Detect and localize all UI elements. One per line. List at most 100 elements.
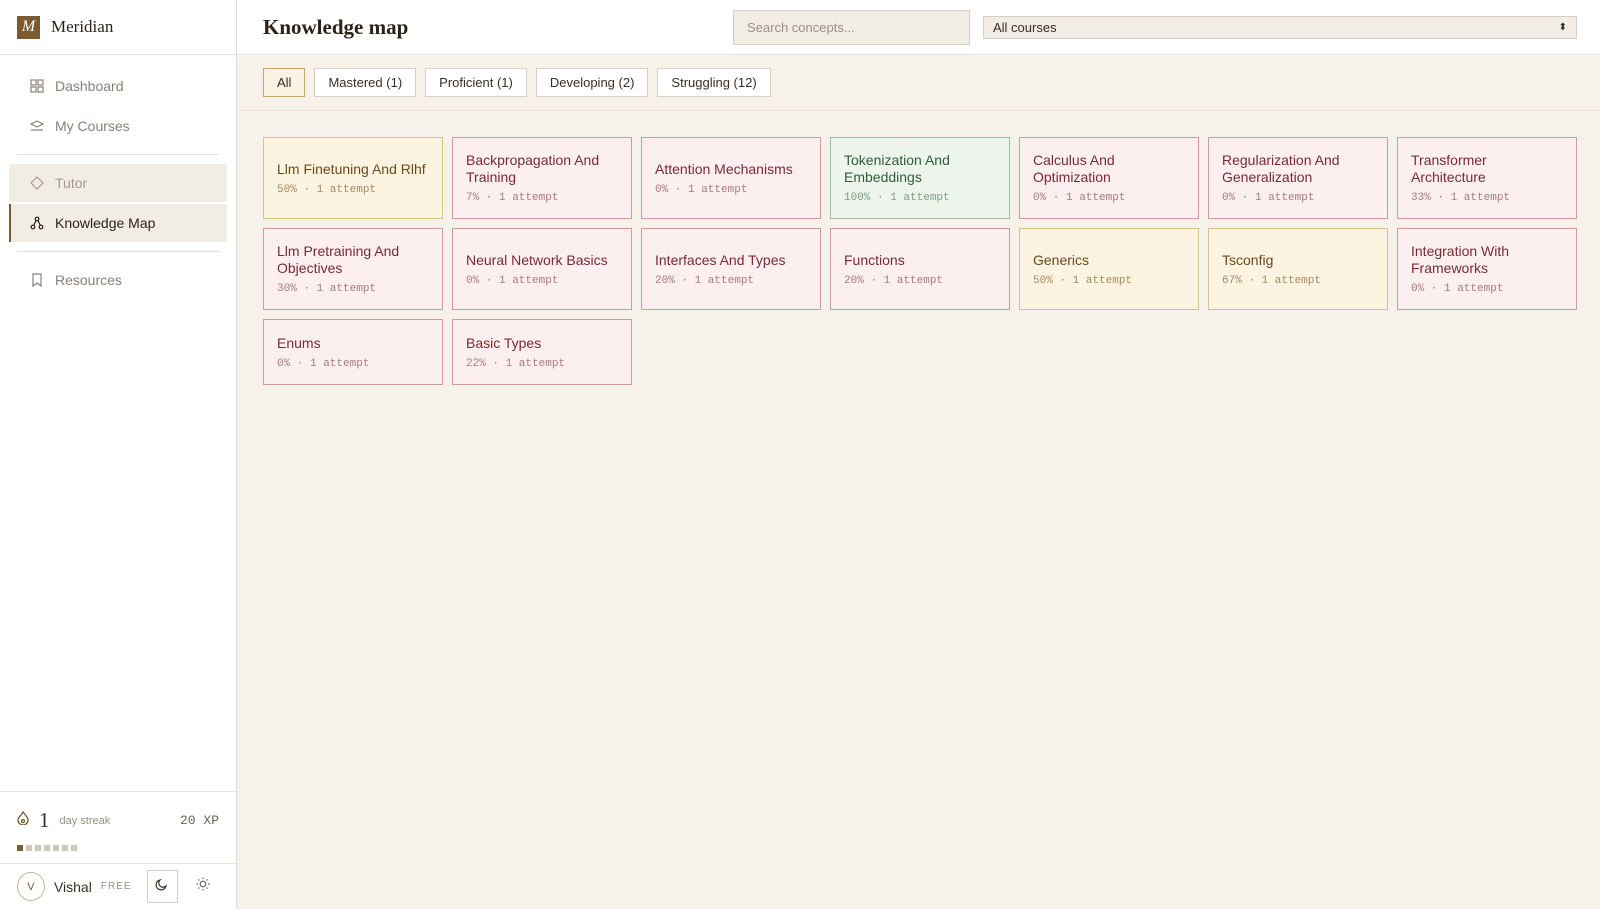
brand[interactable]: M Meridian	[0, 0, 236, 55]
concept-title: Neural Network Basics	[466, 251, 608, 268]
grid-icon	[29, 79, 44, 94]
avatar[interactable]: V	[17, 872, 45, 901]
sun-icon	[196, 877, 210, 896]
concept-card[interactable]: Llm Pretraining And Objectives 30% · 1 at…	[263, 228, 443, 310]
course-select[interactable]: All courses ⬍	[983, 15, 1577, 39]
streak-label: day streak	[59, 814, 111, 827]
concept-title: Backpropagation And Training	[466, 152, 600, 185]
concept-card[interactable]: Interfaces And Types 20% · 1 attempt	[641, 228, 821, 310]
filter-chip[interactable]: Developing (2)	[535, 68, 649, 97]
concept-meta: 0% · 1 attempt	[1033, 192, 1126, 204]
sidebar-item-tutor[interactable]: Tutor	[9, 164, 227, 202]
concept-title: Llm Finetuning And Rlhf	[277, 160, 426, 177]
concept-card[interactable]: Transformer Architecture 33% · 1 attempt	[1397, 137, 1577, 219]
concept-grid: Llm Finetuning And Rlhf 50% · 1 attempt Ba…	[237, 111, 1600, 411]
sidebar: M Meridian Dashboard My Courses Tutor Kn…	[0, 0, 237, 909]
sidebar-item-label: Tutor	[55, 175, 88, 191]
concept-card[interactable]: Neural Network Basics 0% · 1 attempt	[452, 228, 632, 310]
sidebar-item-resources[interactable]: Resources	[9, 261, 227, 299]
nav-divider	[17, 251, 219, 252]
sidebar-item-label: Dashboard	[55, 78, 124, 94]
filter-chip[interactable]: Struggling (12)	[657, 68, 771, 97]
flame-icon	[17, 810, 29, 830]
streak-day-dot	[44, 845, 50, 851]
user-panel: V Vishal FREE	[0, 863, 236, 909]
streak-day-dot	[17, 845, 23, 851]
streak-day-dot	[62, 845, 68, 851]
concept-meta: 20% · 1 attempt	[844, 274, 944, 287]
sidebar-item-dashboard[interactable]: Dashboard	[9, 67, 227, 105]
concept-meta: 50% · 1 attempt	[1033, 274, 1133, 287]
concept-card[interactable]: Calculus And Optimization 0% · 1 attempt	[1019, 137, 1199, 219]
concept-meta: 0% · 1 attempt	[466, 274, 559, 287]
concept-card[interactable]: Basic Types 22% · 1 attempt	[452, 319, 632, 385]
concept-title: Attention Mechanisms	[655, 160, 793, 177]
concept-card[interactable]: Regularization And Generalization 0% · 1 …	[1208, 137, 1388, 219]
filter-chip[interactable]: Proficient (1)	[425, 68, 527, 97]
filter-chip[interactable]: All	[263, 68, 306, 97]
graph-icon	[29, 216, 44, 231]
streak-day-dot	[26, 845, 32, 851]
streak-day-dot	[53, 845, 59, 851]
concept-meta: 0% · 1 attempt	[277, 357, 370, 370]
sidebar-item-label: Resources	[55, 272, 122, 288]
sidebar-item-label: Knowledge Map	[55, 215, 156, 231]
concept-title: Interfaces And Types	[655, 251, 786, 268]
bookmark-icon	[29, 273, 44, 288]
chevron-updown-icon: ⬍	[1558, 21, 1567, 33]
concept-card[interactable]: Enums 0% · 1 attempt	[263, 319, 443, 385]
concept-title: Basic Types	[466, 334, 542, 351]
concept-title: Integration With Frameworks	[1411, 243, 1510, 276]
concept-title: Enums	[277, 334, 321, 351]
concept-card[interactable]: Functions 20% · 1 attempt	[830, 228, 1010, 310]
main-content: Knowledge map All courses ⬍ All Mastered …	[237, 0, 1600, 909]
concept-title: Transformer Architecture	[1411, 152, 1487, 185]
light-mode-button[interactable]	[187, 870, 219, 903]
plan-badge: FREE	[100, 881, 132, 892]
concept-card[interactable]: Attention Mechanisms 0% · 1 attempt	[641, 137, 821, 219]
topbar: Knowledge map All courses ⬍	[237, 0, 1600, 55]
filter-bar: All Mastered (1) Proficient (1) Developing …	[237, 55, 1600, 111]
search-input[interactable]	[733, 9, 970, 45]
dark-mode-button[interactable]	[146, 870, 179, 903]
concept-card[interactable]: Tsconfig 67% · 1 attempt	[1208, 228, 1388, 310]
brand-logo: M	[17, 15, 40, 39]
concept-title: Generics	[1033, 251, 1090, 268]
concept-meta: 67% · 1 attempt	[1222, 274, 1322, 287]
concept-meta: 50% · 1 attempt	[277, 183, 377, 196]
nav-divider	[17, 154, 219, 155]
concept-card[interactable]: Tokenization And Embeddings 100% · 1 atte…	[830, 137, 1010, 219]
concept-meta: 22% · 1 attempt	[466, 357, 566, 370]
concept-card[interactable]: Integration With Frameworks 0% · 1 attemp…	[1397, 228, 1577, 310]
sidebar-item-knowledge-map[interactable]: Knowledge Map	[9, 204, 227, 242]
courses-icon	[29, 119, 44, 134]
concept-meta: 33% · 1 attempt	[1411, 192, 1511, 204]
moon-icon	[155, 877, 169, 896]
page-title: Knowledge map	[263, 14, 409, 39]
concept-meta: 0% · 1 attempt	[655, 183, 748, 196]
xp-count: 20 XP	[179, 813, 219, 828]
concept-card[interactable]: Backpropagation And Training 7% · 1 attem…	[452, 137, 632, 219]
concept-title: Calculus And Optimization	[1033, 152, 1115, 185]
concept-card[interactable]: Generics 50% · 1 attempt	[1019, 228, 1199, 310]
course-select-value: All courses	[993, 19, 1057, 35]
streak-day-dot	[35, 845, 41, 851]
concept-meta: 7% · 1 attempt	[466, 192, 559, 204]
concept-title: Regularization And Generalization	[1222, 152, 1340, 185]
concept-card[interactable]: Llm Finetuning And Rlhf 50% · 1 attempt	[263, 137, 443, 219]
concept-meta: 30% · 1 attempt	[277, 283, 377, 295]
brand-name: Meridian	[51, 17, 114, 36]
concept-title: Llm Pretraining And Objectives	[277, 243, 400, 276]
concept-meta: 0% · 1 attempt	[1411, 283, 1504, 295]
concept-meta: 100% · 1 attempt	[844, 192, 950, 204]
concept-title: Tokenization And Embeddings	[844, 152, 950, 185]
sidebar-item-label: My Courses	[55, 118, 130, 134]
streak-dots	[17, 845, 219, 851]
streak-day-dot	[71, 845, 77, 851]
filter-chip[interactable]: Mastered (1)	[314, 68, 417, 97]
diamond-icon	[29, 176, 44, 191]
streak-panel: 1 day streak 20 XP	[0, 791, 236, 863]
concept-meta: 20% · 1 attempt	[655, 274, 755, 287]
sidebar-item-my-courses[interactable]: My Courses	[9, 107, 227, 145]
user-name: Vishal	[53, 878, 92, 895]
